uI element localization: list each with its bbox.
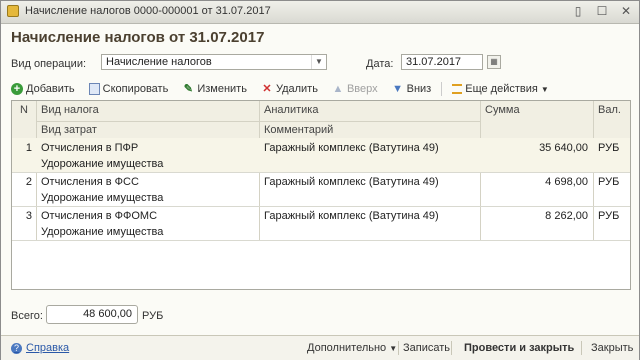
more-actions-button[interactable]: Еще действия ▼ (452, 83, 549, 95)
column-header-currency[interactable]: Вал. (594, 101, 630, 121)
footer-divider (451, 341, 452, 355)
table-toolbar: + Добавить Скопировать ✎ Изменить ✕ Удал… (11, 80, 563, 98)
row-number: 3 (25, 210, 32, 222)
minimize-button[interactable]: ▯ (571, 4, 585, 18)
column-header-analytics[interactable]: Аналитика (260, 101, 480, 121)
save-button[interactable]: Записать (403, 342, 450, 354)
close-form-button[interactable]: Закрыть (591, 342, 633, 354)
table-row[interactable]: 2 Отчисления в ФСС Удорожание имущества … (12, 172, 630, 207)
footer-divider (398, 341, 399, 355)
chevron-down-icon: ▼ (389, 344, 398, 353)
date-field[interactable]: 31.07.2017 (401, 54, 483, 70)
add-button[interactable]: + Добавить (11, 83, 75, 95)
app-icon (7, 5, 19, 17)
delete-button[interactable]: ✕ Удалить (261, 83, 318, 95)
chevron-down-icon[interactable]: ▼ (311, 55, 326, 69)
sum-cell[interactable]: 4 698,00 (482, 174, 588, 191)
arrow-down-icon: ▼ (392, 83, 404, 95)
calendar-icon[interactable]: ▦ (487, 55, 501, 69)
table-header: N Вид налога Вид затрат Аналитика Коммен… (12, 101, 630, 142)
tax-type-cell[interactable]: Отчисления в ФСС (41, 174, 139, 191)
toolbar-divider (441, 82, 443, 96)
analytics-cell[interactable]: Гаражный комплекс (Ватутина 49) (264, 140, 439, 157)
edit-button[interactable]: ✎ Изменить (182, 83, 247, 95)
taxes-table: N Вид налога Вид затрат Аналитика Коммен… (11, 100, 631, 290)
currency-cell[interactable]: РУБ (598, 208, 619, 225)
post-and-close-button[interactable]: Провести и закрыть (464, 342, 574, 354)
move-down-button[interactable]: ▼ Вниз (392, 83, 431, 95)
analytics-cell[interactable]: Гаражный комплекс (Ватутина 49) (264, 208, 439, 225)
cost-type-cell[interactable]: Удорожание имущества (41, 156, 163, 173)
plus-icon: + (11, 83, 23, 95)
cost-type-cell[interactable]: Удорожание имущества (41, 190, 163, 207)
title-bar: Начисление налогов 0000-000001 от 31.07.… (1, 1, 639, 24)
copy-icon (88, 83, 100, 95)
delete-icon: ✕ (262, 83, 272, 95)
currency-cell[interactable]: РУБ (598, 140, 619, 157)
document-window: Начисление налогов 0000-000001 от 31.07.… (0, 0, 640, 360)
column-header-sum[interactable]: Сумма (481, 101, 593, 121)
sum-cell[interactable]: 8 262,00 (482, 208, 588, 225)
maximize-button[interactable]: ☐ (595, 4, 609, 18)
page-title: Начисление налогов от 31.07.2017 (11, 29, 265, 46)
table-row[interactable]: 3 Отчисления в ФФОМС Удорожание имуществ… (12, 206, 630, 241)
help-icon: ? (11, 342, 22, 354)
pencil-icon: ✎ (183, 83, 193, 95)
copy-button[interactable]: Скопировать (88, 83, 168, 95)
operation-type-label: Вид операции: (11, 58, 87, 70)
sum-cell[interactable]: 35 640,00 (482, 140, 588, 157)
date-value: 31.07.2017 (406, 56, 462, 68)
footer-divider (581, 341, 582, 355)
close-button[interactable]: ✕ (619, 4, 633, 18)
operation-type-value: Начисление налогов (106, 56, 212, 68)
total-currency: РУБ (142, 310, 164, 322)
tax-type-cell[interactable]: Отчисления в ФФОМС (41, 208, 157, 225)
more-button[interactable]: Дополнительно ▼ (307, 342, 397, 354)
total-field: 48 600,00 (46, 305, 138, 324)
analytics-cell[interactable]: Гаражный комплекс (Ватутина 49) (264, 174, 439, 191)
row-number: 1 (25, 142, 32, 154)
footer-bar: ? Справка Дополнительно ▼ Записать Прове… (1, 335, 639, 360)
column-header-tax[interactable]: Вид налога (37, 101, 259, 121)
window-title: Начисление налогов 0000-000001 от 31.07.… (25, 5, 271, 17)
table-row[interactable]: 1 Отчисления в ПФР Удорожание имущества … (12, 138, 630, 173)
menu-icon (452, 84, 463, 94)
move-up-button[interactable]: ▲ Вверх (332, 83, 378, 95)
help-link[interactable]: ? Справка (11, 342, 69, 354)
operation-type-field[interactable]: Начисление налогов ▼ (101, 54, 327, 70)
column-header-n[interactable]: N (12, 101, 36, 121)
total-label: Всего: (11, 310, 43, 322)
chevron-down-icon: ▼ (540, 84, 549, 94)
currency-cell[interactable]: РУБ (598, 174, 619, 191)
date-label: Дата: (366, 58, 394, 70)
cost-type-cell[interactable]: Удорожание имущества (41, 224, 163, 241)
arrow-up-icon: ▲ (332, 83, 344, 95)
row-number: 2 (25, 176, 32, 188)
tax-type-cell[interactable]: Отчисления в ПФР (41, 140, 138, 157)
